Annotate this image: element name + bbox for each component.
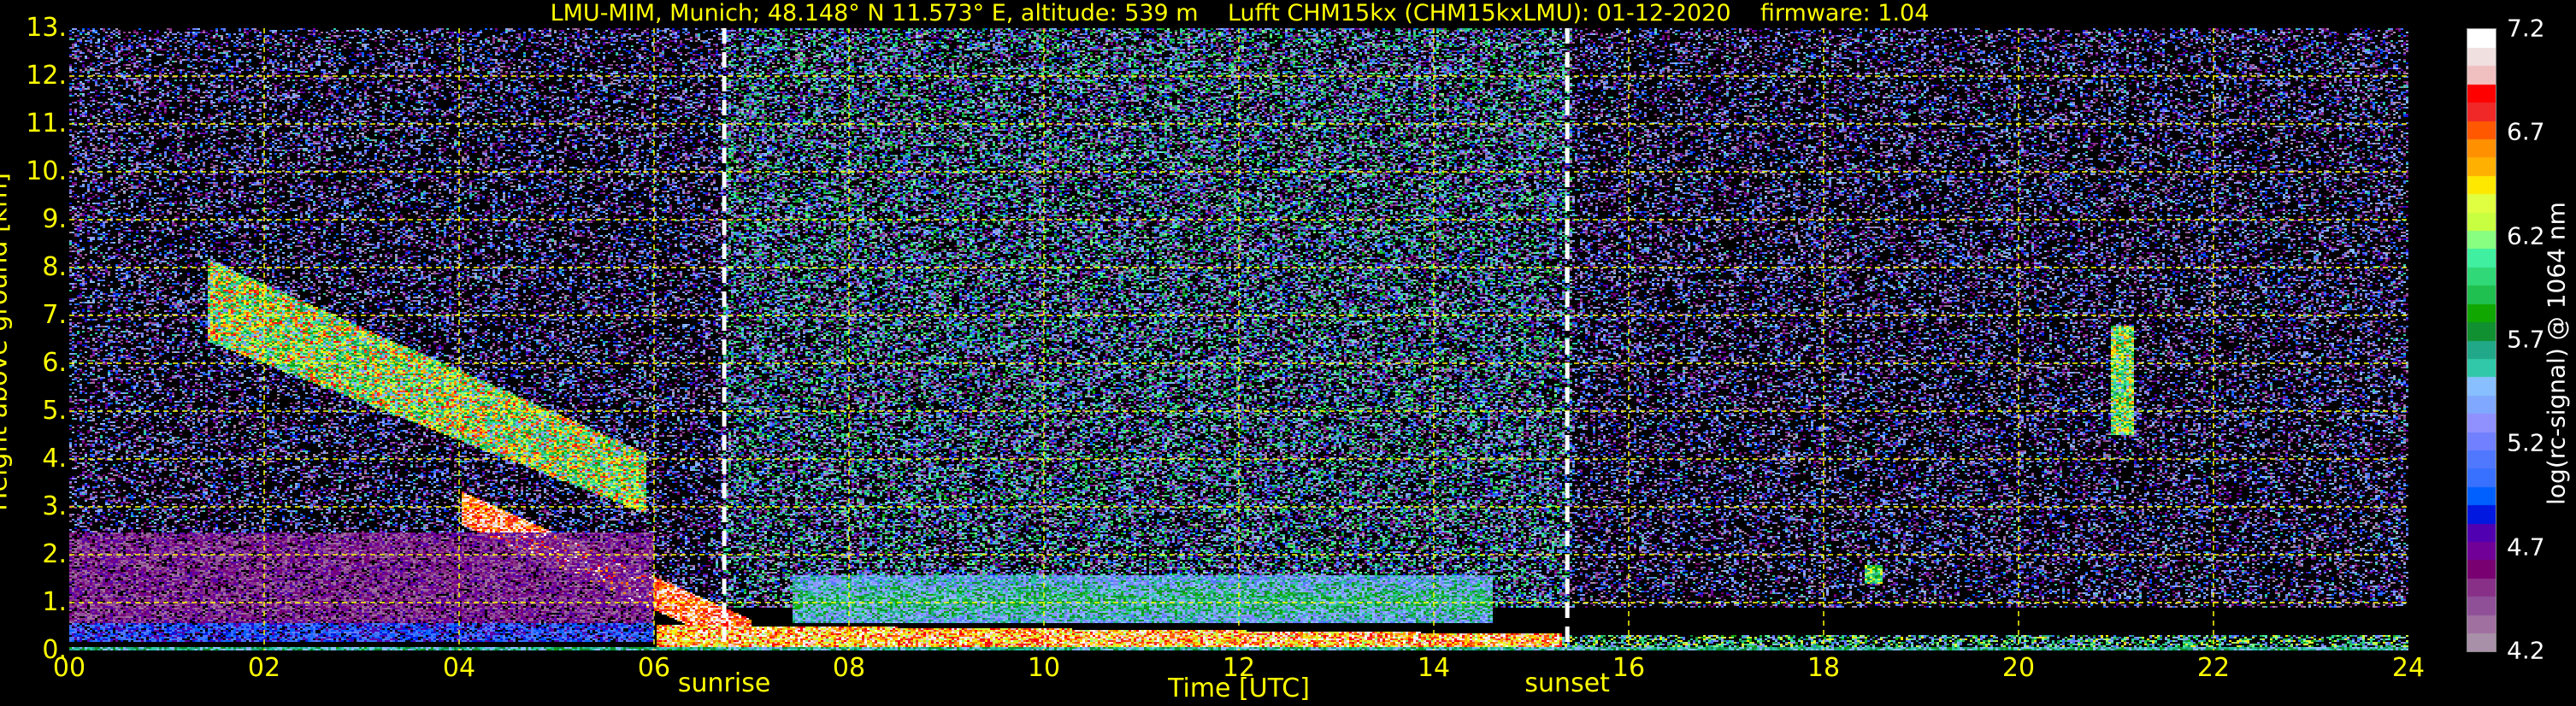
colorbar-tick-label: 6.2	[2507, 221, 2545, 250]
colorbar-tick-label: 5.2	[2507, 429, 2545, 457]
x-tick-label: 20	[2002, 653, 2035, 683]
colorbar	[2467, 28, 2496, 652]
colorbar-tick-label: 4.7	[2507, 532, 2545, 561]
x-tick-label: 22	[2197, 653, 2230, 683]
x-tick-label: 08	[833, 653, 865, 683]
x-tick-label: 14	[1418, 653, 1450, 683]
x-tick-label: 16	[1612, 653, 1645, 683]
x-tick-label: 02	[248, 653, 280, 683]
colorbar-label-text: log(rc-signal) @ 1064 nm	[2543, 202, 2571, 505]
x-tick-label: 24	[2392, 653, 2425, 683]
colorbar-tick-label: 7.2	[2507, 15, 2545, 43]
x-tick-label: 06	[638, 653, 670, 683]
colorbar-tick-label: 4.2	[2507, 637, 2545, 665]
x-tick-label: 10	[1028, 653, 1060, 683]
y-tick-label: 11.	[0, 109, 67, 138]
axes-overlay	[69, 28, 2408, 650]
y-tick-label: 1.	[0, 587, 67, 617]
colorbar-tick-label: 6.7	[2507, 118, 2545, 146]
chart-title: LMU-MIM, Munich; 48.148° N 11.573° E, al…	[0, 0, 2479, 26]
y-axis-label-text: Height above ground [km]	[0, 173, 14, 511]
plot-area	[69, 28, 2408, 650]
annotation-sunset: sunset	[1524, 668, 1610, 698]
annotation-sunrise: sunrise	[678, 668, 770, 698]
y-tick-label: 13.	[0, 13, 67, 43]
y-tick-label: 0.	[0, 635, 67, 665]
x-tick-label: 18	[1807, 653, 1840, 683]
y-tick-label: 2.	[0, 539, 67, 569]
x-tick-label: 04	[443, 653, 475, 683]
y-tick-label: 12.	[0, 61, 67, 91]
x-axis-label: Time [UTC]	[1168, 674, 1310, 703]
colorbar-tick-label: 5.7	[2507, 326, 2545, 354]
